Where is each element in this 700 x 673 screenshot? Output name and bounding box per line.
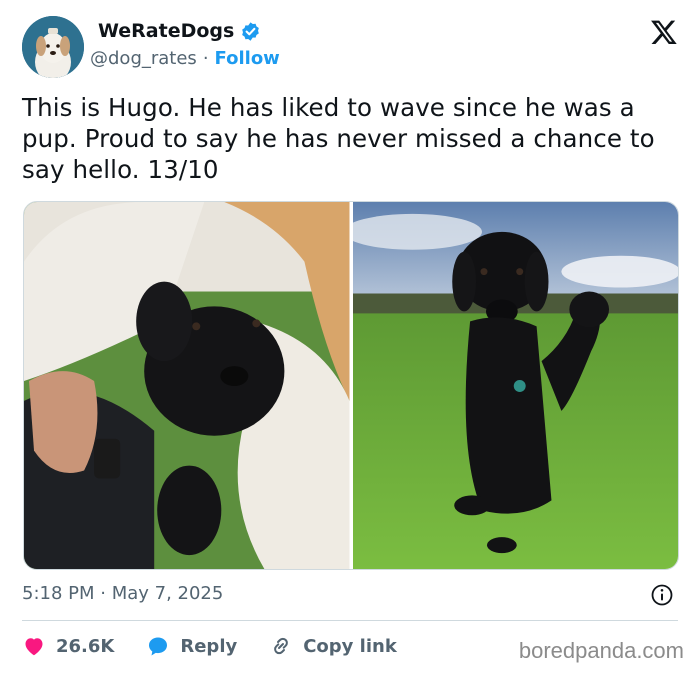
x-logo-icon[interactable]: [650, 18, 678, 46]
divider: [22, 620, 678, 621]
copy-link-label: Copy link: [303, 635, 397, 657]
reply-label: Reply: [180, 635, 238, 657]
info-icon[interactable]: [650, 583, 674, 607]
watermark: boredpanda.com: [518, 638, 684, 663]
verified-badge-icon: [242, 21, 260, 41]
tweet-timestamp[interactable]: 5:18 PM · May 7, 2025: [22, 583, 223, 604]
link-icon: [274, 637, 289, 655]
photo-puppy[interactable]: [24, 202, 350, 569]
photo-dog-on-grass[interactable]: [352, 202, 678, 569]
like-count: 26.6K: [56, 635, 115, 657]
author-avatar[interactable]: [22, 16, 84, 78]
media-grid: [23, 201, 679, 570]
author-name-row[interactable]: WeRateDogs: [98, 20, 261, 42]
author-handle[interactable]: @dog_rates: [90, 48, 197, 69]
reply-bubble-icon: [149, 637, 168, 656]
like-button[interactable]: 26.6K: [22, 634, 114, 658]
separator-dot: ·: [202, 48, 209, 69]
tweet-card: WeRateDogs @dog_rates · Follow This is H…: [0, 0, 700, 673]
tweet-text: This is Hugo. He has liked to wave since…: [22, 93, 655, 184]
action-bar: 26.6K Reply Copy link: [22, 630, 429, 662]
reply-button[interactable]: Reply: [146, 634, 237, 658]
copy-link-button[interactable]: Copy link: [269, 634, 397, 658]
author-display-name[interactable]: WeRateDogs: [98, 20, 234, 42]
heart-icon: [25, 638, 43, 656]
author-handle-row: @dog_rates · Follow: [90, 48, 280, 69]
follow-button[interactable]: Follow: [215, 48, 280, 69]
